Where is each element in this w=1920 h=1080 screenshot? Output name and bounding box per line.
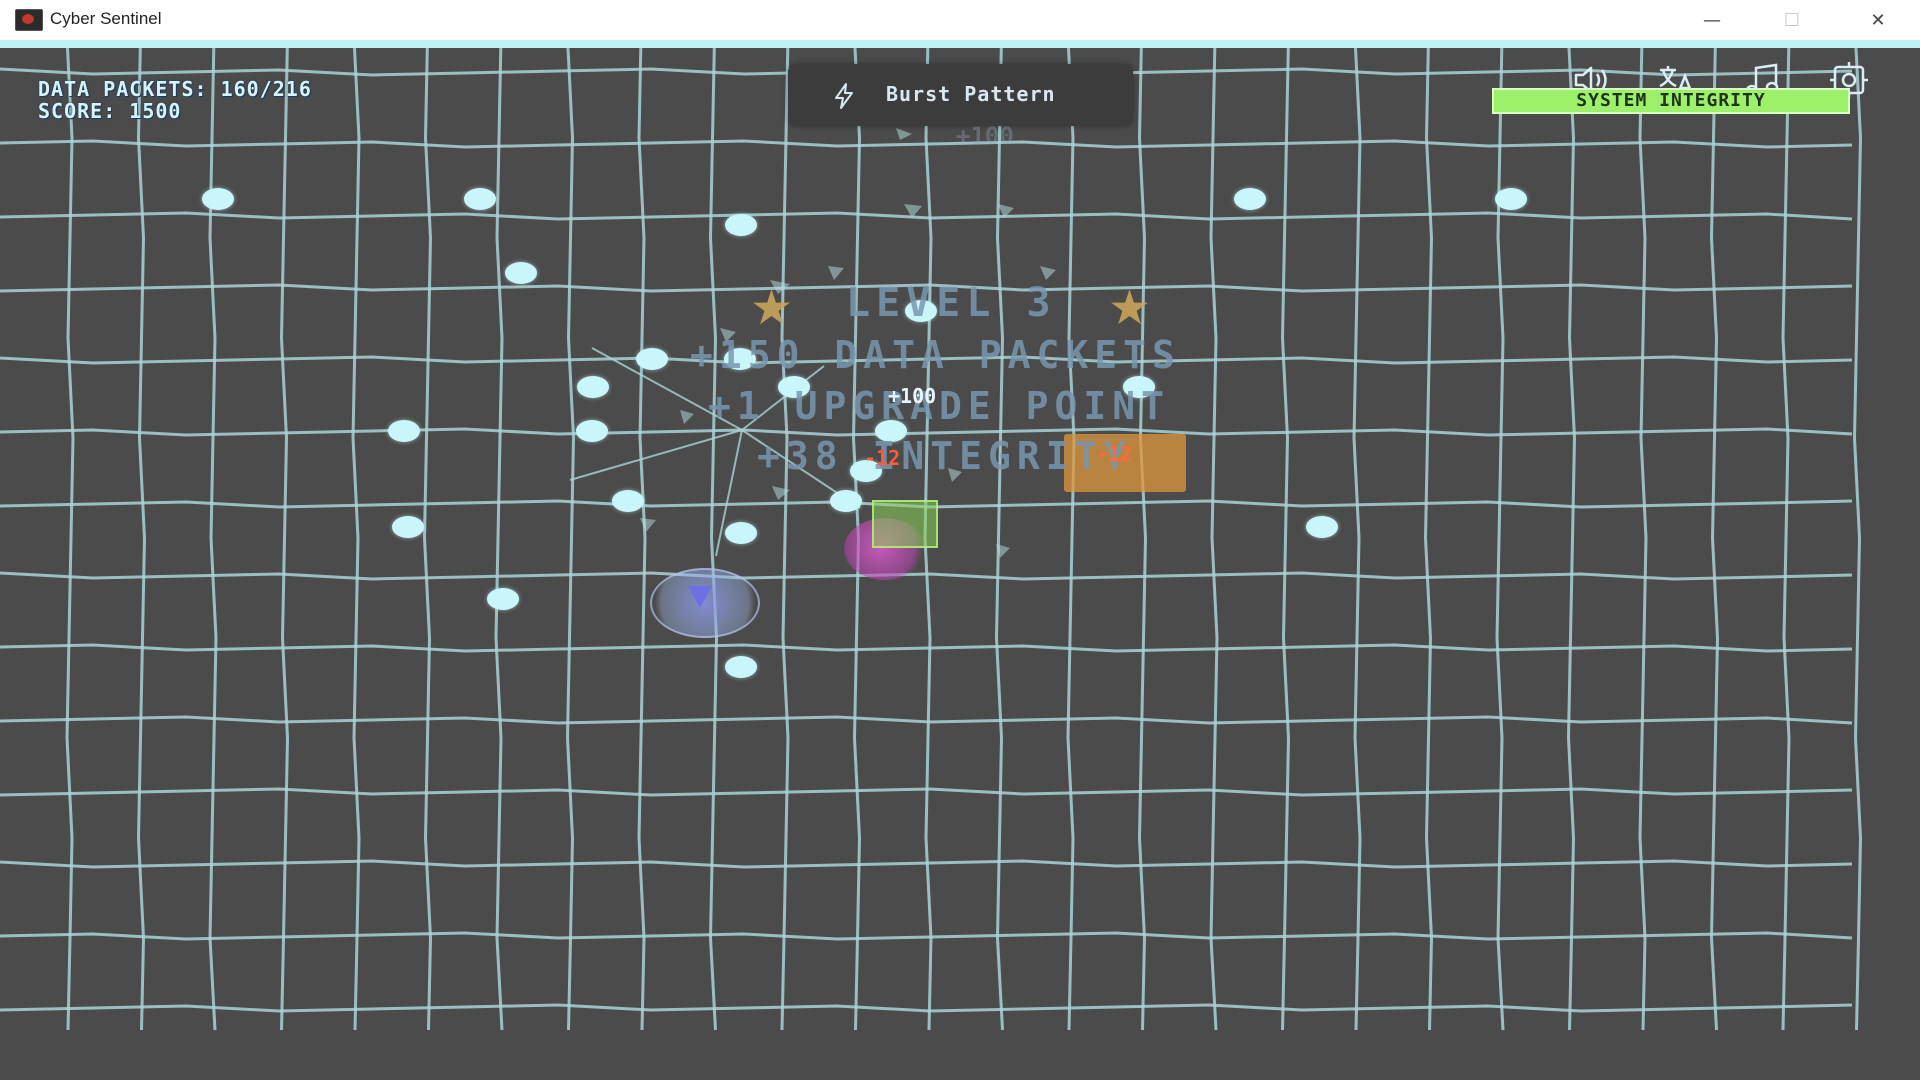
grid-line [1781,48,1791,1031]
grid-line [1066,48,1076,1031]
star-icon: ★ [750,280,794,336]
grid-line [994,48,1005,1031]
debris-shard [896,128,912,140]
grid-line [1852,48,1863,1031]
damage-popup: -12 [864,446,901,470]
level-up-integrity-reward: +38 INTEGRITY [757,434,1133,478]
grid-line [1137,48,1148,1031]
data-packet [636,348,668,370]
grid-line [0,211,1853,221]
grid-line [279,48,290,1031]
app-icon [15,9,43,31]
grid-line [1709,48,1720,1031]
data-packets-counter: DATA PACKETS: 160/216 [38,77,312,101]
grid-line [565,48,576,1031]
hud-stats: DATA PACKETS: 160/216 SCORE: 1500 [38,78,312,122]
debris-shard [680,410,694,424]
grid-line [637,48,647,1031]
grid-line [65,48,75,1031]
grid-line [422,48,433,1031]
grid-background [0,48,1863,1031]
close-button[interactable]: ✕ [1838,0,1918,40]
bolt-icon [835,83,853,109]
window-title: Cyber Sentinel [50,9,162,28]
grid-line [0,931,1853,941]
debris-shard [1040,266,1056,280]
grid-line [494,48,504,1031]
grid-line [1566,48,1577,1031]
data-packet [725,656,757,678]
data-packet [577,376,609,398]
grid-line [0,643,1853,653]
level-up-packets-reward: +150 DATA PACKETS [690,333,1181,377]
player-direction-indicator [688,586,712,608]
damage-popup: -12 [1096,442,1133,466]
grid-line [136,48,147,1031]
grid-line [1638,48,1648,1031]
level-up-upgrade-reward: +1 UPGRADE POINT [708,384,1171,428]
grid-line [1209,48,1219,1031]
data-packet [612,490,644,512]
data-packet [487,588,519,610]
data-packet [1495,188,1527,210]
grid-line [0,1003,1853,1013]
data-packet [725,214,757,236]
system-integrity-label: SYSTEM INTEGRITY [1576,90,1766,111]
data-packet [392,516,424,538]
grid-line [0,715,1853,725]
grid-line [1280,48,1291,1031]
attack-mode-button[interactable]: Burst Pattern [788,64,1133,126]
data-packet [1234,188,1266,210]
data-packet [576,420,608,442]
grid-line [1352,48,1362,1031]
data-packet [388,420,420,442]
score-counter: SCORE: 1500 [38,99,182,123]
data-packet [202,188,234,210]
data-packet [830,490,862,512]
grid-line [1423,48,1434,1031]
minimize-button[interactable]: — [1672,0,1752,40]
upgrade-pickup [872,500,938,548]
maximize-button[interactable]: ☐ [1752,0,1832,40]
attack-mode-label: Burst Pattern [886,82,1056,106]
score-popup: +100 [956,122,1014,150]
grid-line [708,48,719,1031]
grid-line [780,48,790,1031]
data-packet [1306,516,1338,538]
top-progress-strip [0,40,1920,48]
game-window: Cyber Sentinel — ☐ ✕ DATA PACKETS: 160/2… [0,0,1920,1080]
score-popup: +100 [888,384,937,408]
data-packet [464,188,496,210]
system-integrity-bar: SYSTEM INTEGRITY [1492,88,1850,114]
star-icon: ★ [1108,280,1152,336]
data-packet [505,262,537,284]
level-up-title: LEVEL 3 [846,280,1057,326]
grid-line [351,48,361,1031]
title-bar: Cyber Sentinel — ☐ ✕ [0,0,1920,41]
debris-shard [640,518,656,532]
data-packet [725,522,757,544]
debris-shard [828,266,844,280]
game-canvas[interactable]: DATA PACKETS: 160/216 SCORE: 1500 Burst … [0,48,1920,1080]
